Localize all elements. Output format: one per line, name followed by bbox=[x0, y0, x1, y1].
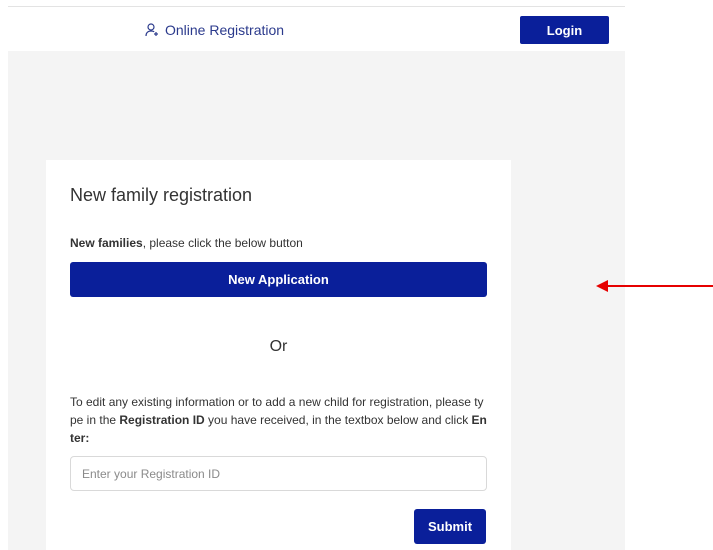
edit-text-part-2: you have received, in the textbox below … bbox=[204, 413, 472, 427]
login-button[interactable]: Login bbox=[520, 16, 609, 44]
new-families-rest: , please click the below button bbox=[142, 236, 303, 250]
or-divider-text: Or bbox=[269, 338, 288, 355]
header: Online Registration Login bbox=[8, 7, 625, 51]
submit-button[interactable]: Submit bbox=[414, 509, 486, 544]
edit-instructions: To edit any existing information or to a… bbox=[70, 393, 490, 447]
new-application-button[interactable]: New Application bbox=[70, 262, 487, 297]
online-registration-label: Online Registration bbox=[165, 22, 285, 38]
user-add-icon bbox=[145, 23, 159, 37]
registration-id-bold: Registration ID bbox=[119, 413, 205, 427]
new-families-text: New families, please click the below but… bbox=[70, 236, 303, 250]
online-registration-link[interactable]: Online Registration bbox=[145, 22, 284, 38]
registration-id-input[interactable] bbox=[70, 456, 487, 491]
card-title: New family registration bbox=[70, 185, 253, 205]
new-families-bold: New families bbox=[70, 236, 143, 250]
registration-card: New family registration New families, pl… bbox=[46, 160, 511, 550]
red-arrow-left-icon bbox=[596, 280, 713, 292]
page: Online Registration Login New family reg… bbox=[0, 0, 713, 550]
